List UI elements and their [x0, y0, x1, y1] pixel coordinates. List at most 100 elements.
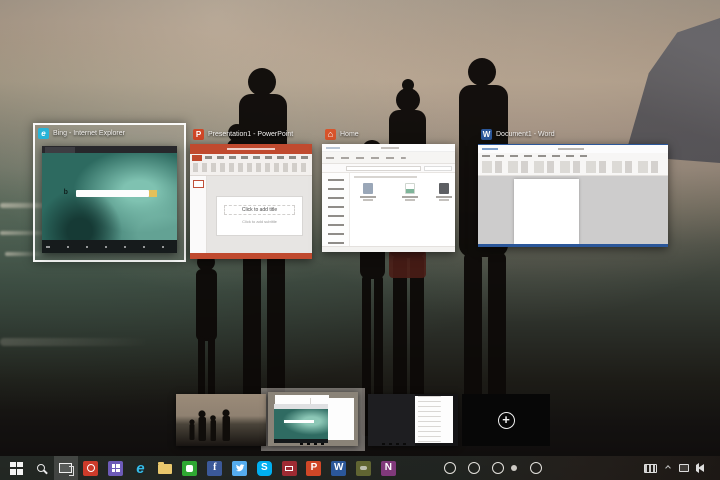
internet-explorer-icon: e: [38, 128, 49, 139]
desktop-thumbnail-2[interactable]: [268, 392, 358, 446]
window-title: Bing - Internet Explorer: [53, 130, 125, 137]
explorer-content: [350, 173, 455, 246]
slide-canvas: Click to add title Click to add subtitle: [207, 176, 312, 253]
taskbar-app-olive[interactable]: [351, 456, 376, 480]
maroon-app-icon: [282, 461, 297, 476]
task-view-window-word[interactable]: W Document1 - Word: [478, 126, 668, 247]
red-shorts: [389, 250, 426, 278]
taskbar-app-twitter[interactable]: [227, 456, 252, 480]
purple-app-icon: [108, 461, 123, 476]
red-app-icon: [83, 461, 98, 476]
file-icon: [405, 183, 415, 194]
start-button[interactable]: [4, 456, 29, 480]
taskbar-app-red[interactable]: [78, 456, 103, 480]
window-title-bar: e Bing - Internet Explorer: [35, 125, 184, 142]
taskbar-app-powerpoint[interactable]: P: [302, 456, 327, 480]
subtitle-placeholder: Click to add subtitle: [231, 219, 288, 224]
file-explorer-icon: [158, 464, 172, 474]
window-preview-powerpoint: Click to add title Click to add subtitle: [190, 144, 312, 259]
taskbar-app-onenote[interactable]: N: [376, 456, 401, 480]
task-view-window-file-explorer[interactable]: ⌂ Home: [322, 126, 455, 252]
task-view-window-internet-explorer[interactable]: e Bing - Internet Explorer b: [33, 123, 186, 262]
mini-taskbar-dots: [300, 443, 327, 445]
powerpoint-icon: P: [306, 461, 321, 476]
ribbon-tabs: [205, 156, 308, 159]
taskbar: e f S: [0, 456, 720, 480]
blank-slide: Click to add title Click to add subtitle: [216, 196, 302, 236]
tray-ring-icon-4[interactable]: [530, 462, 542, 474]
powerpoint-titlebar: [190, 144, 312, 154]
window-title-bar: W Document1 - Word: [478, 126, 668, 143]
mini-silhouettes: [176, 394, 266, 446]
mini-taskbar-dots: [382, 443, 409, 445]
mini-dark-panel: [368, 394, 415, 446]
ribbon-controls: [193, 163, 308, 172]
word-titlebar: [478, 144, 668, 153]
ribbon-controls: [482, 161, 662, 173]
plus-icon: +: [498, 412, 515, 429]
browser-chrome: [42, 146, 177, 153]
touch-keyboard-icon[interactable]: [644, 464, 657, 473]
window-title-bar: ⌂ Home: [322, 126, 455, 143]
explorer-ribbon: [322, 152, 455, 164]
home-icon: ⌂: [325, 129, 336, 140]
file-item: [356, 183, 380, 201]
task-view-button[interactable]: [54, 456, 79, 480]
taskbar-app-facebook[interactable]: f: [202, 456, 227, 480]
group-header: [354, 176, 417, 178]
mini-ie-window: [274, 404, 328, 443]
bing-homepage: b: [42, 153, 177, 253]
tray-ring-icon-3[interactable]: [492, 462, 504, 474]
blank-page: [514, 179, 579, 244]
explorer-address-bar: [322, 164, 455, 173]
explorer-statusbar: [322, 246, 455, 252]
bing-logo: b: [64, 189, 68, 196]
volume-icon[interactable]: [698, 464, 704, 472]
taskbar-app-purple[interactable]: [103, 456, 128, 480]
search-icon: [37, 464, 45, 472]
window-preview-bing: b: [42, 146, 177, 253]
twitter-icon: [232, 461, 247, 476]
network-icon[interactable]: [679, 464, 689, 472]
windows-logo-icon: [10, 462, 23, 475]
file-item: [432, 183, 455, 201]
taskbar-app-word[interactable]: W: [326, 456, 351, 480]
file-icon: [439, 183, 449, 194]
file-icon: [363, 183, 373, 194]
powerpoint-statusbar: [190, 253, 312, 259]
tray-ring-icon-2[interactable]: [468, 462, 480, 474]
window-title: Presentation1 - PowerPoint: [208, 131, 293, 138]
explorer-nav-pane: [322, 173, 350, 246]
powerpoint-ribbon: [190, 154, 312, 176]
slide-panel: [190, 176, 207, 253]
explorer-titlebar: [322, 144, 455, 152]
onenote-icon: N: [381, 461, 396, 476]
window-preview-explorer: [322, 144, 455, 252]
taskbar-app-green[interactable]: [178, 456, 203, 480]
system-tray: [644, 456, 704, 480]
mini-search-bar: [284, 420, 314, 423]
word-ribbon: [478, 153, 668, 176]
word-document-area: [478, 176, 668, 244]
taskbar-app-skype[interactable]: S: [252, 456, 277, 480]
file-item: [398, 183, 422, 201]
taskbar-left-icons: e f S: [4, 456, 401, 480]
desktop-thumbnail-3[interactable]: [368, 394, 458, 446]
window-title: Home: [340, 131, 359, 138]
word-icon: W: [481, 129, 492, 140]
taskbar-app-internet-explorer[interactable]: e: [128, 456, 153, 480]
slide-thumbnail: [193, 180, 204, 188]
add-desktop-button[interactable]: +: [462, 394, 550, 446]
task-view-window-powerpoint[interactable]: P Presentation1 - PowerPoint Click to ad…: [190, 126, 312, 259]
taskbar-app-maroon[interactable]: [277, 456, 302, 480]
search-button[interactable]: [29, 456, 54, 480]
hidden-icons-chevron[interactable]: [665, 465, 671, 471]
skype-icon: S: [257, 461, 272, 476]
taskbar-app-file-explorer[interactable]: [153, 456, 178, 480]
tray-ring-icon-1[interactable]: [444, 462, 456, 474]
task-view-screen: e Bing - Internet Explorer b P Presentat…: [0, 0, 720, 480]
desktop-thumbnail-1[interactable]: [176, 394, 266, 446]
title-placeholder: Click to add title: [224, 205, 295, 215]
mini-window: [415, 396, 453, 443]
word-icon: W: [331, 461, 346, 476]
